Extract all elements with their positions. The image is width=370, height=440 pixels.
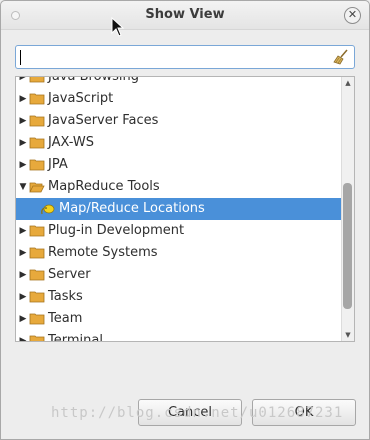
vertical-scrollbar[interactable]: ▲ ▼	[341, 77, 354, 341]
scrollbar-thumb[interactable]	[343, 183, 352, 309]
scroll-up-arrow-icon[interactable]: ▲	[342, 77, 354, 89]
tree-item[interactable]: ▼ MapReduce Tools	[16, 176, 344, 198]
view-tree[interactable]: ▶ Java Browsing ▶ JavaScript ▶ JavaServer Fac…	[15, 76, 355, 342]
tree-item[interactable]: ▶ Tasks	[16, 286, 344, 308]
tree-item-label: Map/Reduce Locations	[59, 201, 205, 216]
watermark: http://blog.csdn.net/u012687231	[51, 405, 344, 421]
tree-item[interactable]: ▶ JAX-WS	[16, 132, 344, 154]
tree-item-label: Remote Systems	[48, 245, 158, 260]
folder-icon	[29, 225, 45, 237]
expanded-arrow-icon[interactable]: ▼	[18, 176, 28, 198]
folder-icon	[29, 115, 45, 127]
folder-icon	[29, 159, 45, 171]
tree-item-label: Terminal	[48, 333, 103, 342]
tree-item-label: Tasks	[48, 289, 83, 304]
collapsed-arrow-icon[interactable]: ▶	[18, 242, 28, 264]
elephant-icon	[41, 204, 55, 215]
filter-field[interactable]	[15, 45, 355, 69]
collapsed-arrow-icon[interactable]: ▶	[18, 77, 28, 88]
filter-input[interactable]	[20, 48, 320, 66]
tree-item-label: Server	[48, 267, 91, 282]
collapsed-arrow-icon[interactable]: ▶	[18, 286, 28, 308]
tree-item-label: Plug-in Development	[48, 223, 185, 238]
folder-icon	[29, 269, 45, 281]
folder-icon	[29, 77, 45, 83]
folder-icon	[29, 291, 45, 303]
tree-item[interactable]: ▶ Remote Systems	[16, 242, 344, 264]
tree-item[interactable]: ▶ Server	[16, 264, 344, 286]
tree-item[interactable]: ▶ Terminal	[16, 330, 344, 342]
tree-item[interactable]: ▶ JavaServer Faces	[16, 110, 344, 132]
tree-item[interactable]: ▶ JavaScript	[16, 88, 344, 110]
collapsed-arrow-icon[interactable]: ▶	[18, 330, 28, 341]
collapsed-arrow-icon[interactable]: ▶	[18, 88, 28, 110]
open-folder-icon	[29, 182, 45, 193]
folder-icon	[29, 335, 45, 341]
collapsed-arrow-icon[interactable]: ▶	[18, 154, 28, 176]
tree-rows: ▶ Java Browsing ▶ JavaScript ▶ JavaServer Fac…	[16, 76, 344, 342]
tree-item-label: Java Browsing	[48, 76, 140, 84]
show-view-dialog: Show View ✕ ▶ Java Browsing ▶ JavaScript ▶ Ja…	[0, 0, 370, 440]
tree-item-label: JavaScript	[48, 91, 114, 106]
folder-icon	[29, 313, 45, 325]
folder-icon	[29, 137, 45, 149]
mouse-pointer-icon	[111, 17, 125, 37]
tree-item-label: JAX-WS	[48, 135, 95, 150]
tree-item-label: Team	[48, 311, 83, 326]
tree-item[interactable]: ▶ Plug-in Development	[16, 220, 344, 242]
title-bar[interactable]: Show View ✕	[1, 1, 369, 30]
tree-item-label: JavaServer Faces	[48, 113, 159, 128]
tree-item[interactable]: ▶ Team	[16, 308, 344, 330]
tree-item[interactable]: Map/Reduce Locations	[16, 198, 344, 220]
collapsed-arrow-icon[interactable]: ▶	[18, 308, 28, 330]
clear-filter-icon[interactable]	[332, 48, 350, 66]
folder-icon	[29, 247, 45, 259]
collapsed-arrow-icon[interactable]: ▶	[18, 110, 28, 132]
close-button[interactable]: ✕	[344, 7, 361, 24]
tree-item[interactable]: ▶ Java Browsing	[16, 76, 344, 88]
collapsed-arrow-icon[interactable]: ▶	[18, 220, 28, 242]
dialog-title: Show View	[145, 7, 225, 22]
folder-icon	[29, 93, 45, 105]
text-caret	[20, 50, 21, 65]
tree-item[interactable]: ▶ JPA	[16, 154, 344, 176]
scroll-down-arrow-icon[interactable]: ▼	[342, 329, 354, 341]
collapsed-arrow-icon[interactable]: ▶	[18, 264, 28, 286]
tree-item-label: MapReduce Tools	[48, 179, 160, 194]
collapsed-arrow-icon[interactable]: ▶	[18, 132, 28, 154]
tree-item-label: JPA	[48, 157, 68, 172]
close-icon: ✕	[347, 8, 358, 21]
